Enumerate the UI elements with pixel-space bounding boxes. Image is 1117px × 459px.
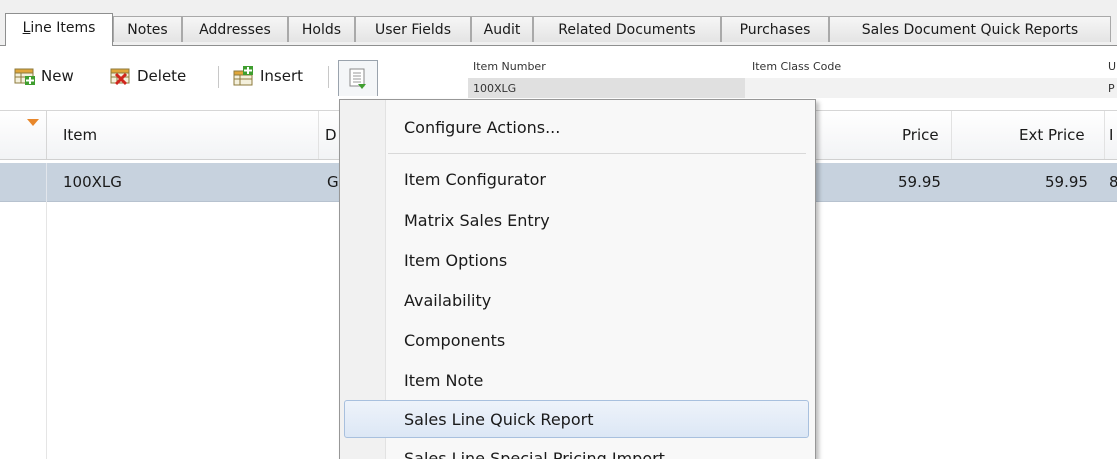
column-header-price[interactable]: Price: [902, 126, 939, 144]
tab-line-items-label: ine Items: [30, 20, 96, 36]
menu-item-components[interactable]: Components: [404, 329, 505, 353]
menu-item-sales-line-special-pricing-import[interactable]: Sales Line Special Pricing Import: [404, 447, 665, 459]
actions-context-menu: Configure Actions... Item Configurator M…: [339, 99, 816, 459]
new-icon: [14, 68, 35, 85]
tab-user-fields-label: User Fields: [375, 22, 451, 38]
cell-description[interactable]: G: [327, 173, 339, 191]
menu-item-item-note[interactable]: Item Note: [404, 369, 483, 393]
tab-holds-label: Holds: [301, 22, 342, 38]
tab-audit-label: Audit: [483, 22, 521, 38]
toolbar-separator: [328, 66, 329, 88]
grid-row-header-line: [46, 202, 47, 459]
menu-item-item-options[interactable]: Item Options: [404, 249, 507, 273]
actions-dropdown-button[interactable]: [338, 60, 378, 96]
item-number-label: Item Number: [473, 60, 546, 73]
column-header-truncated[interactable]: I: [1109, 126, 1113, 144]
menu-item-configure-actions[interactable]: Configure Actions...: [404, 116, 560, 140]
column-separator: [318, 111, 319, 159]
tab-related-documents[interactable]: Related Documents: [533, 16, 721, 42]
tab-holds[interactable]: Holds: [288, 16, 355, 42]
menu-item-item-configurator[interactable]: Item Configurator: [404, 168, 546, 192]
actions-list-icon: [349, 68, 366, 89]
grid-corner[interactable]: [0, 111, 47, 159]
column-separator: [1104, 111, 1105, 159]
menu-item-sales-line-quick-report[interactable]: Sales Line Quick Report: [404, 408, 593, 432]
tab-line-items[interactable]: Line Items: [5, 13, 113, 46]
tab-notes[interactable]: Notes: [113, 16, 182, 42]
delete-icon: [110, 68, 130, 86]
tab-purchases[interactable]: Purchases: [721, 16, 829, 42]
cell-ext-price[interactable]: 59.95: [1045, 173, 1088, 191]
cell-price[interactable]: 59.95: [898, 173, 941, 191]
tab-audit[interactable]: Audit: [471, 16, 533, 42]
menu-item-matrix-sales-entry[interactable]: Matrix Sales Entry: [404, 209, 550, 233]
tab-sales-document-quick-reports-label: Sales Document Quick Reports: [861, 22, 1079, 38]
tab-sales-document-quick-reports[interactable]: Sales Document Quick Reports: [829, 16, 1111, 42]
cell-truncated[interactable]: 8: [1109, 173, 1117, 191]
menu-item-availability[interactable]: Availability: [404, 289, 491, 313]
menu-separator: [388, 153, 806, 154]
delete-button[interactable]: Delete: [110, 64, 186, 88]
tab-addresses-label: Addresses: [199, 22, 271, 38]
new-button[interactable]: New: [14, 64, 74, 88]
truncated-field-label: U: [1108, 60, 1117, 73]
tab-strip: Line Items Notes Addresses Holds User Fi…: [0, 0, 1117, 46]
toolbar-separator: [218, 66, 219, 88]
item-info-header: Item Number 100XLG Item Class Code U P: [468, 60, 1117, 102]
sort-indicator-icon: [27, 119, 39, 126]
tab-addresses[interactable]: Addresses: [182, 16, 288, 42]
insert-icon: [233, 66, 253, 86]
tab-notes-label: Notes: [127, 22, 168, 38]
tab-related-documents-label: Related Documents: [558, 22, 696, 38]
column-header-ext-price[interactable]: Ext Price: [1019, 126, 1085, 144]
column-header-item[interactable]: Item: [63, 126, 97, 144]
tab-purchases-label: Purchases: [739, 22, 811, 38]
item-class-code-label: Item Class Code: [752, 60, 842, 73]
cell-item[interactable]: 100XLG: [63, 173, 122, 191]
insert-button[interactable]: Insert: [233, 64, 303, 88]
insert-button-label: Insert: [260, 67, 304, 85]
column-header-description[interactable]: D: [325, 126, 337, 144]
new-button-label: New: [41, 67, 74, 85]
delete-button-label: Delete: [137, 67, 187, 85]
item-number-value: 100XLG: [473, 82, 517, 95]
truncated-field-value: P: [1108, 82, 1115, 95]
tab-user-fields[interactable]: User Fields: [355, 16, 471, 42]
column-separator: [951, 111, 952, 159]
row-selector[interactable]: [0, 163, 47, 202]
